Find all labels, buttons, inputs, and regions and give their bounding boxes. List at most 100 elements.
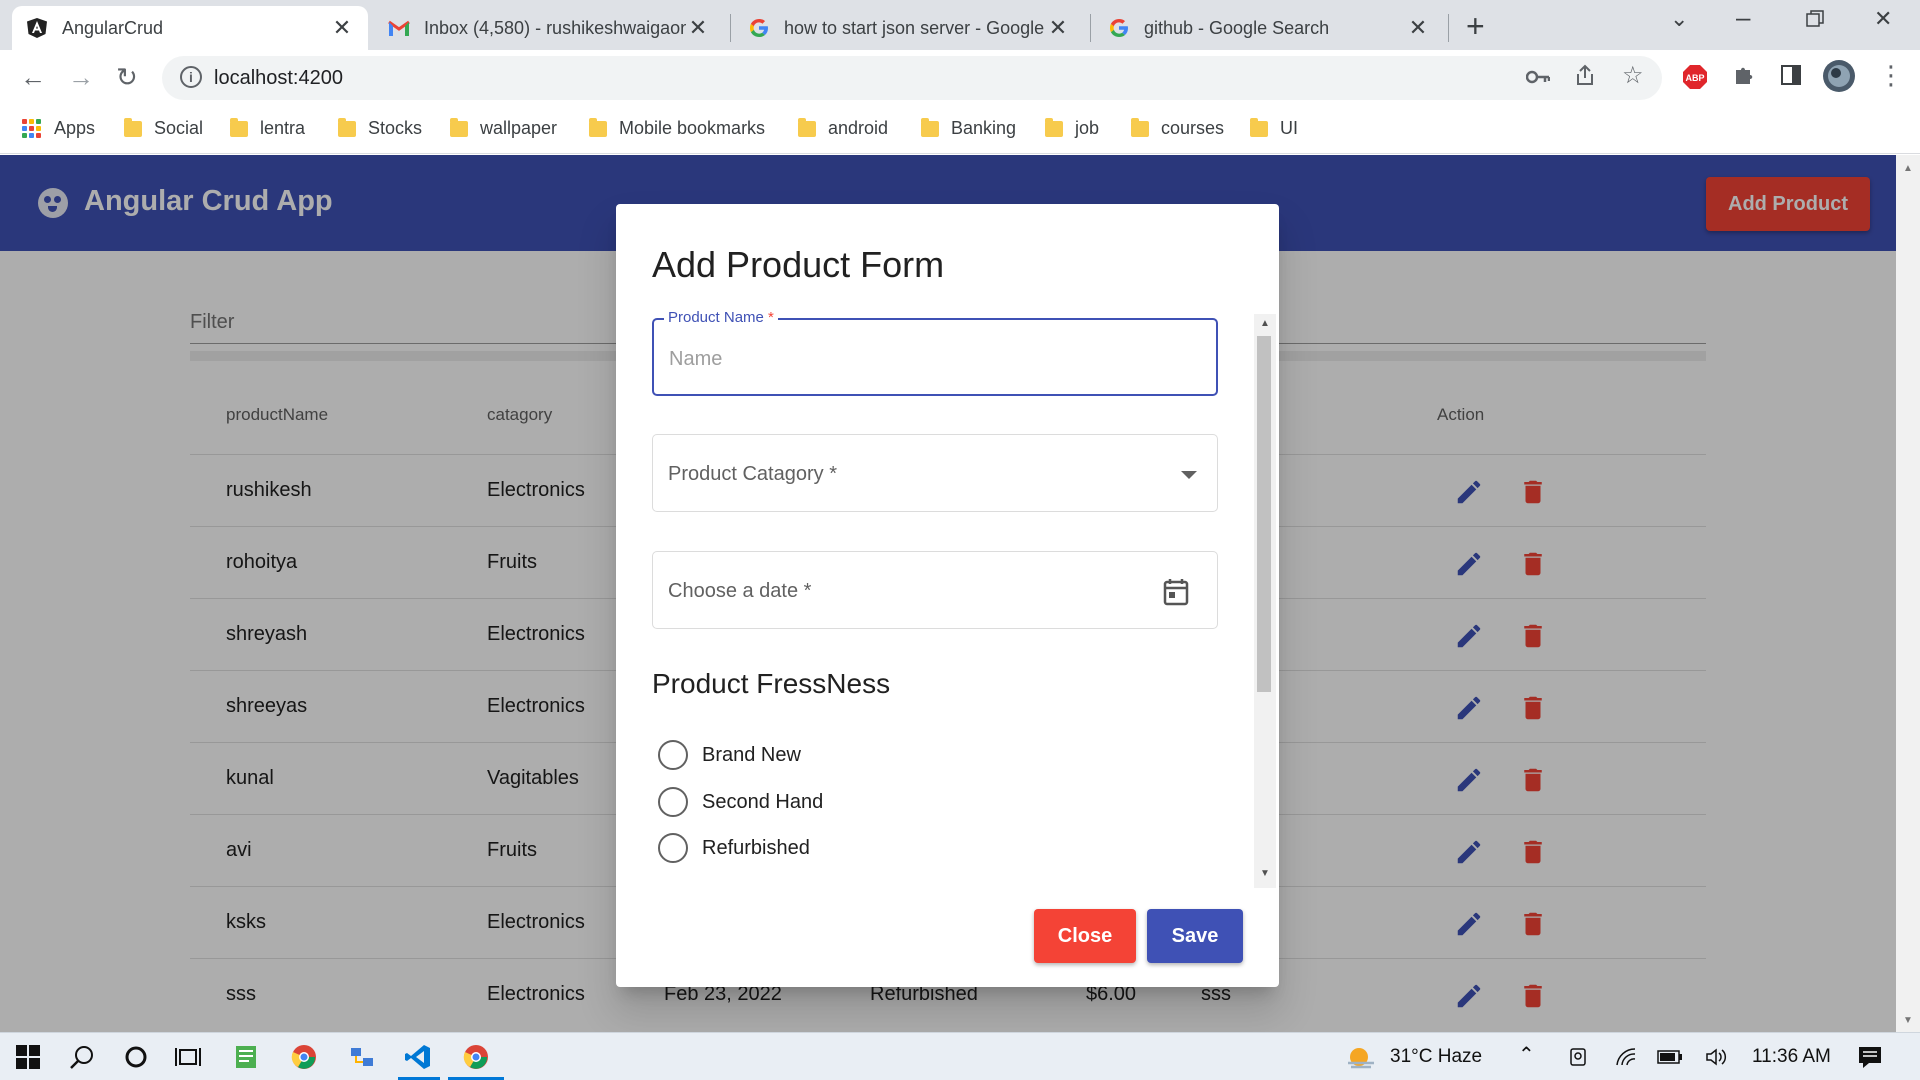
date-picker-field[interactable]: Choose a date * <box>652 551 1218 629</box>
radio-label: Brand New <box>702 743 801 766</box>
bookmark-label: Mobile bookmarks <box>619 118 766 138</box>
weather-icon[interactable] <box>1346 1043 1376 1071</box>
radio-label: Refurbished <box>702 836 810 859</box>
close-tab-icon[interactable]: ✕ <box>1046 15 1070 41</box>
google-icon <box>1108 17 1130 39</box>
radio-circle[interactable] <box>658 787 688 817</box>
gmail-icon <box>388 17 410 39</box>
browser-toolbar: ← → ↻ i localhost:4200 ☆ ABP ⋮ <box>0 50 1920 106</box>
chrome-app-icon[interactable] <box>462 1043 490 1071</box>
angular-icon <box>26 17 48 39</box>
page-scroll-down-icon[interactable]: ▼ <box>1903 1015 1913 1026</box>
folder-icon <box>1131 117 1149 137</box>
cortana-icon[interactable] <box>122 1043 150 1071</box>
minimize-button[interactable]: – <box>1736 2 1750 33</box>
bookmark-lentra[interactable]: lentra <box>230 117 305 139</box>
radio-circle[interactable] <box>658 833 688 863</box>
radio-second-hand[interactable]: Second Hand <box>658 787 823 817</box>
bookmark-wallpaper[interactable]: wallpaper <box>450 117 558 139</box>
address-bar[interactable]: i localhost:4200 <box>162 56 1662 100</box>
chrome-app-icon[interactable] <box>290 1043 318 1071</box>
tab-title: how to start json server - Google <box>784 17 1045 38</box>
extensions-puzzle-icon[interactable] <box>1732 64 1756 93</box>
close-tab-icon[interactable]: ✕ <box>686 15 710 41</box>
tab-github-search[interactable]: github - Google Search ✕ <box>1094 6 1444 50</box>
folder-icon <box>1045 117 1063 137</box>
bookmark-banking[interactable]: Banking <box>921 117 1016 139</box>
close-window-button[interactable]: ✕ <box>1874 6 1892 32</box>
forward-icon[interactable]: → <box>68 62 94 93</box>
windows-start-icon[interactable] <box>14 1043 42 1071</box>
restore-button[interactable] <box>1806 8 1824 34</box>
vscode-app-icon[interactable] <box>404 1043 432 1071</box>
dialog-scrollbar-thumb[interactable] <box>1257 336 1271 692</box>
save-button[interactable]: Save <box>1147 909 1243 963</box>
close-tab-icon[interactable]: ✕ <box>1406 15 1430 41</box>
close-tab-icon[interactable]: ✕ <box>330 15 354 41</box>
folder-icon <box>921 117 939 137</box>
radio-circle[interactable] <box>658 740 688 770</box>
bookmark-apps[interactable]: Apps <box>22 118 95 139</box>
share-icon[interactable] <box>1574 64 1596 92</box>
battery-icon[interactable] <box>1656 1043 1684 1071</box>
meet-now-icon[interactable] <box>1566 1043 1590 1071</box>
bookmark-star-icon[interactable]: ☆ <box>1622 61 1644 90</box>
product-name-placeholder: Name <box>669 348 723 370</box>
tab-search-icon[interactable]: ⌄ <box>1670 6 1688 32</box>
clock-time[interactable]: 11:36 AM <box>1752 1046 1831 1068</box>
wifi-icon[interactable] <box>1614 1043 1638 1071</box>
product-name-field[interactable]: Product Name * Name <box>652 309 1218 396</box>
bookmark-stocks[interactable]: Stocks <box>338 117 423 139</box>
page-scroll-up-icon[interactable]: ▲ <box>1903 163 1913 174</box>
back-icon[interactable]: ← <box>20 62 46 93</box>
bookmark-android[interactable]: android <box>798 117 888 139</box>
bookmark-label: Social <box>154 118 204 138</box>
notepad-app-icon[interactable] <box>232 1043 260 1071</box>
profile-avatar[interactable] <box>1822 59 1856 98</box>
tab-title: github - Google Search <box>1144 17 1330 38</box>
tab-angularcrud[interactable]: AngularCrud ✕ <box>12 6 368 50</box>
google-icon <box>748 17 770 39</box>
site-info-icon[interactable]: i <box>180 66 202 88</box>
bookmark-label: job <box>1075 118 1100 138</box>
volume-icon[interactable] <box>1704 1043 1728 1071</box>
new-tab-button[interactable]: + <box>1466 8 1485 45</box>
bookmark-courses[interactable]: courses <box>1131 117 1224 139</box>
key-icon[interactable] <box>1525 64 1551 90</box>
adblock-icon[interactable]: ABP <box>1682 64 1708 95</box>
tab-inbox[interactable]: Inbox (4,580) - rushikeshwaigaon ✕ <box>374 6 724 50</box>
adblock-badge: ABP <box>1685 73 1704 83</box>
scroll-up-arrow-icon[interactable]: ▲ <box>1260 318 1270 329</box>
product-category-select[interactable]: Product Catagory * <box>652 434 1218 512</box>
folder-icon <box>338 117 356 137</box>
calendar-icon[interactable] <box>1163 578 1189 611</box>
side-panel-icon[interactable] <box>1780 64 1802 91</box>
bookmark-label: wallpaper <box>480 118 558 138</box>
reload-icon[interactable]: ↻ <box>116 62 138 93</box>
task-view-icon[interactable] <box>174 1043 202 1071</box>
notifications-icon[interactable] <box>1856 1043 1884 1071</box>
freshness-title: Product FressNess <box>652 668 891 699</box>
radio-refurbished[interactable]: Refurbished <box>658 833 810 863</box>
folder-icon <box>230 117 248 137</box>
radio-label: Second Hand <box>702 790 824 813</box>
weather-text[interactable]: 31°C Haze <box>1390 1046 1482 1068</box>
dropdown-arrow-icon <box>1181 471 1197 479</box>
page-scrollbar[interactable]: ▲ ▼ <box>1896 155 1920 1032</box>
search-icon[interactable] <box>68 1043 96 1071</box>
url-text: localhost:4200 <box>214 67 343 89</box>
bookmark-label: UI <box>1280 118 1298 138</box>
radio-brand-new[interactable]: Brand New <box>658 740 801 770</box>
tab-json-server-search[interactable]: how to start json server - Google ✕ <box>734 6 1084 50</box>
bookmark-ui[interactable]: UI <box>1250 117 1298 139</box>
menu-kebab-icon[interactable]: ⋮ <box>1878 60 1904 91</box>
folder-icon <box>450 117 468 137</box>
scroll-down-arrow-icon[interactable]: ▼ <box>1260 868 1270 879</box>
bookmark-social[interactable]: Social <box>124 117 204 139</box>
bookmark-label: Stocks <box>368 118 423 138</box>
bookmark-job[interactable]: job <box>1045 117 1100 139</box>
close-button[interactable]: Close <box>1034 909 1136 963</box>
bookmark-mobile[interactable]: Mobile bookmarks <box>589 117 766 139</box>
network-app-icon[interactable] <box>348 1043 376 1071</box>
tray-chevron-icon[interactable]: ⌃ <box>1518 1042 1535 1067</box>
